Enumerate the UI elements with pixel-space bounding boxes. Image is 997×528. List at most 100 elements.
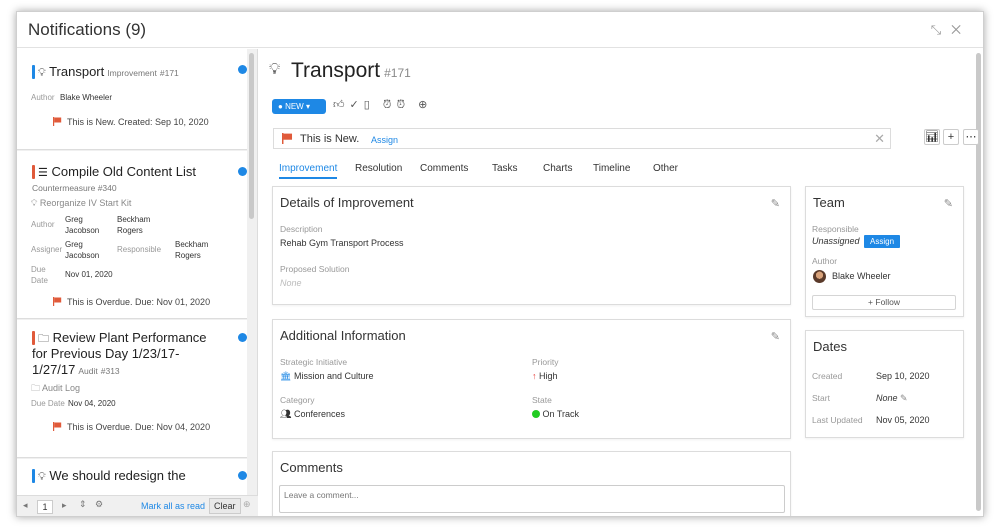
notifications-window: Notifications (9) ⤡✕ 💡︎ Transport Improve… bbox=[16, 11, 984, 517]
responsible-value: Unassigned bbox=[812, 236, 860, 246]
dates-panel: Dates Created Sep 10, 2020 Start None ✎ … bbox=[805, 330, 964, 438]
notification-item[interactable]: 💡︎ We should redesign the bbox=[17, 459, 247, 499]
team-heading: Team bbox=[813, 195, 845, 210]
dates-heading: Dates bbox=[813, 339, 847, 354]
updated-value: Nov 05, 2020 bbox=[876, 415, 930, 425]
notification-item[interactable]: 💡︎ Transport Improvement #171 Author Blake… bbox=[17, 49, 247, 150]
comment-input[interactable]: Leave a comment... bbox=[279, 485, 785, 513]
created-label: Created bbox=[812, 371, 843, 381]
tab-tasks[interactable]: Tasks bbox=[492, 163, 518, 174]
list-icon: ☰ bbox=[38, 167, 48, 179]
sort-icon[interactable]: ⇕ bbox=[79, 499, 87, 510]
comments-panel: Comments Leave a comment... bbox=[272, 451, 791, 516]
next-page-icon[interactable]: ▸ bbox=[62, 500, 67, 511]
lightbulb-icon: 💡︎ bbox=[31, 198, 38, 208]
start-value: None ✎ bbox=[876, 393, 908, 403]
additional-heading: Additional Information bbox=[280, 328, 406, 343]
prev-page-icon[interactable]: ◂ bbox=[23, 500, 28, 511]
item-color-bar bbox=[32, 469, 35, 483]
item-title: 🗀 Review Plant Performance bbox=[38, 330, 207, 345]
responsible-label: Responsible bbox=[117, 245, 162, 254]
gear-icon[interactable]: ⚙ bbox=[95, 499, 103, 510]
status-message: This is New. bbox=[300, 133, 360, 145]
item-color-bar bbox=[32, 165, 35, 179]
priority-value: ↑ High bbox=[532, 371, 558, 381]
close-icon[interactable]: ✕ bbox=[874, 131, 885, 147]
responsible-value: Beckham Rogers bbox=[175, 240, 209, 260]
edit-icon[interactable]: ✎ bbox=[771, 330, 780, 343]
edit-icon[interactable]: ✎ bbox=[944, 197, 953, 210]
item-message: This is New. Created: Sep 10, 2020 bbox=[67, 117, 209, 127]
description-label: Description bbox=[280, 224, 323, 234]
unread-dot bbox=[238, 333, 247, 342]
page-input[interactable]: 1 bbox=[37, 500, 53, 514]
avatar bbox=[813, 270, 826, 283]
item-color-bar bbox=[32, 331, 35, 345]
additional-info-panel: Additional Information ✎ Strategic Initi… bbox=[272, 319, 791, 439]
item-color-bar bbox=[32, 65, 35, 79]
list-scrollbar[interactable] bbox=[249, 53, 254, 219]
alarm-off-icon[interactable]: ⏰︎ bbox=[396, 99, 410, 111]
assigner-label: Assigner bbox=[31, 245, 63, 254]
close-icon[interactable]: ✕ bbox=[951, 22, 971, 37]
priority-label: Priority bbox=[532, 357, 559, 367]
flag-icon bbox=[53, 297, 62, 306]
folder-icon: 🗀 bbox=[31, 383, 41, 393]
start-label: Start bbox=[812, 393, 830, 403]
state-value: On Track bbox=[532, 409, 579, 419]
notification-item[interactable]: 🗀 Review Plant Performance for Previous … bbox=[17, 320, 247, 458]
chart-icon[interactable]: 📊︎ bbox=[924, 129, 940, 145]
author-label: Author bbox=[812, 256, 838, 266]
state-label: State bbox=[532, 395, 552, 405]
tab-timeline[interactable]: Timeline bbox=[593, 163, 630, 174]
mark-all-read-link[interactable]: Mark all as read bbox=[141, 501, 205, 511]
lightbulb-icon: 💡︎ bbox=[38, 67, 46, 79]
parent-link[interactable]: 🗀 Audit Log bbox=[31, 381, 80, 397]
lightbulb-icon: 💡︎ bbox=[269, 61, 281, 78]
thumbs-up-icon[interactable]: 👍︎ bbox=[333, 99, 350, 111]
item-title-line-3: 1/27/17 Audit #313 bbox=[32, 362, 120, 377]
tab-comments[interactable]: Comments bbox=[420, 163, 468, 174]
follow-button[interactable]: + Follow bbox=[812, 295, 956, 310]
action-icons: 👍︎✓▯ ⏰︎⏰︎ ⊕ bbox=[333, 98, 432, 112]
edit-icon[interactable]: ✎ bbox=[771, 197, 780, 210]
unread-dot bbox=[238, 65, 247, 74]
team-panel: Team ✎ Responsible Unassigned Assign Aut… bbox=[805, 186, 964, 317]
strategic-label: Strategic Initiative bbox=[280, 357, 348, 367]
flag-icon bbox=[282, 133, 293, 144]
tab-other[interactable]: Other bbox=[653, 163, 678, 174]
responsible-label: Responsible bbox=[812, 224, 859, 234]
parent-link[interactable]: 💡︎ Reorganize IV Start Kit bbox=[31, 198, 131, 209]
tab-charts[interactable]: Charts bbox=[543, 163, 572, 174]
clear-button[interactable]: Clear bbox=[209, 498, 241, 514]
item-title-line-2: for Previous Day 1/23/17- bbox=[32, 346, 180, 361]
plus-icon[interactable]: + bbox=[943, 129, 959, 145]
item-message: This is Overdue. Due: Nov 01, 2020 bbox=[67, 297, 211, 307]
item-title: 💡︎ We should redesign the bbox=[38, 468, 186, 483]
detail-scrollbar[interactable] bbox=[976, 53, 981, 511]
details-panel: Details of Improvement ✎ Description Reh… bbox=[272, 186, 791, 305]
details-heading: Details of Improvement bbox=[280, 195, 414, 210]
check-circle-icon[interactable]: ✓ bbox=[350, 99, 364, 111]
assign-button[interactable]: Assign bbox=[864, 235, 901, 248]
due-label: Due Date bbox=[31, 265, 48, 285]
lightbulb-icon: 💡︎ bbox=[38, 471, 46, 483]
flag-icon bbox=[53, 422, 62, 431]
proposed-label: Proposed Solution bbox=[280, 264, 350, 274]
alarm-icon[interactable]: ⏰︎ bbox=[383, 99, 397, 111]
detail-pane: 💡︎ Transport #171 ● NEW ▾ 👍︎✓▯ ⏰︎⏰︎ ⊕ Thi… bbox=[259, 49, 983, 516]
assign-link[interactable]: Assign bbox=[371, 135, 398, 145]
author-value: Blake Wheeler bbox=[60, 93, 113, 102]
edit-icon[interactable]: ✎ bbox=[900, 393, 908, 403]
notification-item[interactable]: ☰ Compile Old Content List Countermeasur… bbox=[17, 151, 247, 319]
bookmark-icon[interactable]: ▯ bbox=[364, 99, 375, 111]
folder-icon: 🗀 bbox=[38, 333, 49, 345]
status-dropdown[interactable]: ● NEW ▾ bbox=[272, 99, 326, 114]
item-title: ☰ Compile Old Content List bbox=[38, 164, 197, 179]
zoom-icon[interactable]: ⊕ bbox=[418, 99, 432, 111]
more-icon[interactable]: ⋯ bbox=[963, 129, 979, 145]
add-icon[interactable]: ⊕ bbox=[243, 499, 251, 510]
minimize-icon[interactable]: ⤡ bbox=[931, 22, 951, 37]
tab-resolution[interactable]: Resolution bbox=[355, 163, 402, 174]
tab-improvement[interactable]: Improvement bbox=[279, 163, 338, 179]
